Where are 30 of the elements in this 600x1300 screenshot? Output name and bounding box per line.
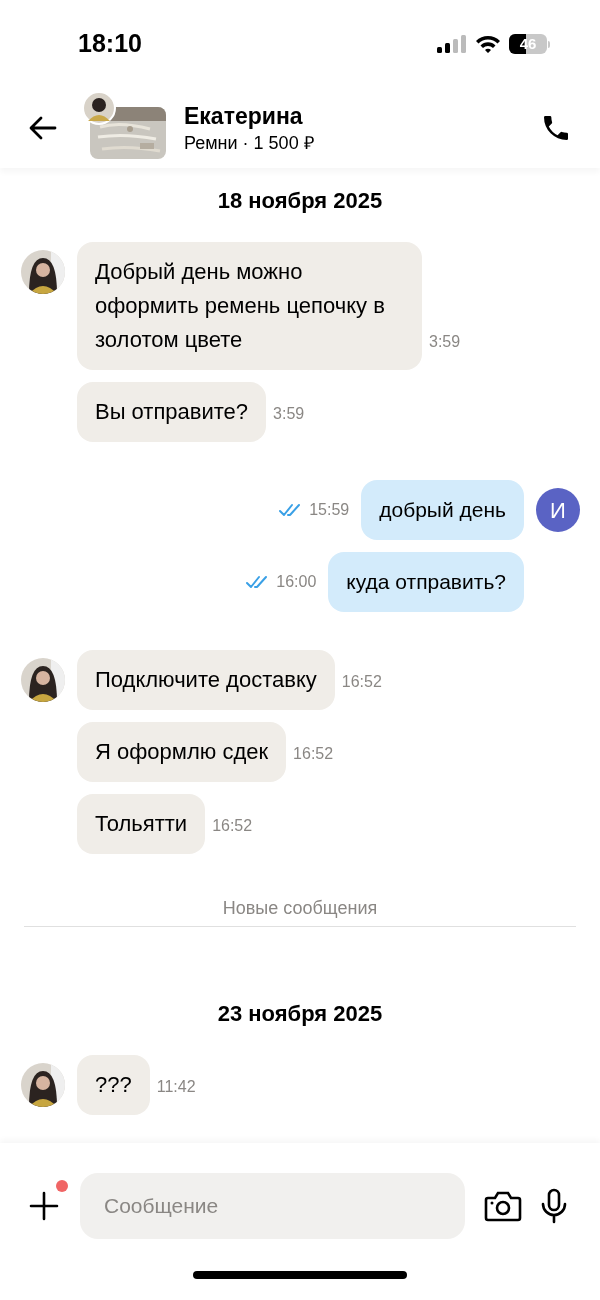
message-time: 16:52 [293,744,334,764]
contact-name: Екатерина [184,102,304,131]
message-bubble: куда отправить? [328,552,524,612]
status-time: 18:10 [78,28,142,60]
message-time: 3:59 [429,332,461,352]
message-field[interactable]: Сообщение [80,1173,465,1239]
message-bubble: Я оформлю сдек [77,722,287,782]
message-bubble: Тольятти [77,794,206,854]
signal-icon [437,34,467,54]
microphone-icon [540,1188,568,1224]
message-time: 16:52 [212,816,253,836]
message-bubble: добрый день [361,480,524,540]
camera-icon [484,1190,522,1222]
date-label: 23 ноября 2025 [217,1000,383,1028]
date-label: 18 ноября 2025 [217,187,383,215]
new-messages-divider: Новые сообщения [222,897,378,920]
plus-icon [29,1191,59,1221]
message-time: 11:42 [156,1077,196,1097]
message-bubble: Вы отправите? [77,382,267,442]
user-avatar: И [536,488,580,532]
listing-subtitle: Ремни · 1 500 ₽ [184,132,315,155]
message-bubble: Подключите доставку [77,650,335,710]
wifi-icon [475,34,501,54]
back-arrow-icon [29,116,57,140]
message-bubble: Добрый день можно оформить ремень цепочку в золотом цвете [77,242,422,370]
message-bubble: ??? [77,1055,150,1115]
message-time: 15:59 [309,500,350,520]
message-time: 16:00 [276,572,317,592]
message-time: 3:59 [273,404,305,424]
message-time: 16:52 [341,672,382,692]
